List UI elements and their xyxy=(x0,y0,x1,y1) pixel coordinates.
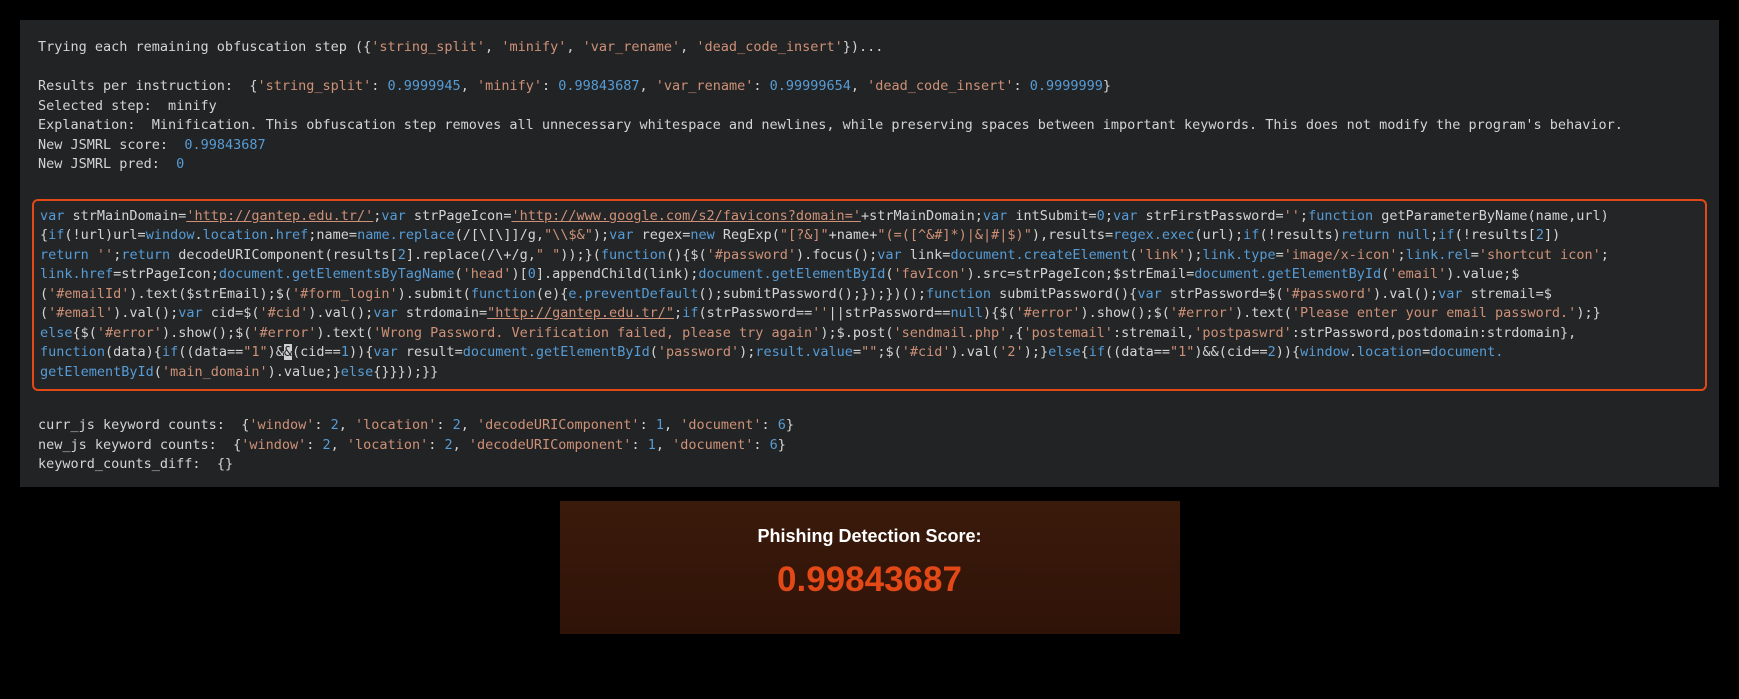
score-line: New JSMRL score: 0.99843687 xyxy=(38,136,1701,156)
terminal-output: Trying each remaining obfuscation step (… xyxy=(20,20,1719,487)
blank-line xyxy=(38,175,1701,195)
trying-prefix: Trying each remaining obfuscation step ( xyxy=(38,39,363,55)
explanation-line: Explanation: Minification. This obfuscat… xyxy=(38,116,1701,136)
blank-line xyxy=(38,397,1701,417)
blank-line xyxy=(38,58,1701,78)
score-value: 0.99843687 xyxy=(570,555,1170,606)
selected-line: Selected step: minify xyxy=(38,97,1701,117)
diff-counts-line: keyword_counts_diff: {} xyxy=(38,455,1701,475)
highlighted-code-block: var strMainDomain='http://gantep.edu.tr/… xyxy=(32,199,1707,391)
pred-line: New JSMRL pred: 0 xyxy=(38,155,1701,175)
trying-line: Trying each remaining obfuscation step (… xyxy=(38,38,1701,58)
score-panel: Phishing Detection Score: 0.99843687 xyxy=(560,501,1180,634)
new-counts-line: new_js keyword counts: {'window': 2, 'lo… xyxy=(38,436,1701,456)
results-line: Results per instruction: {'string_split'… xyxy=(38,77,1701,97)
score-title: Phishing Detection Score: xyxy=(570,523,1170,549)
code-content[interactable]: var strMainDomain='http://gantep.edu.tr/… xyxy=(40,207,1699,383)
curr-counts-line: curr_js keyword counts: {'window': 2, 'l… xyxy=(38,416,1701,436)
